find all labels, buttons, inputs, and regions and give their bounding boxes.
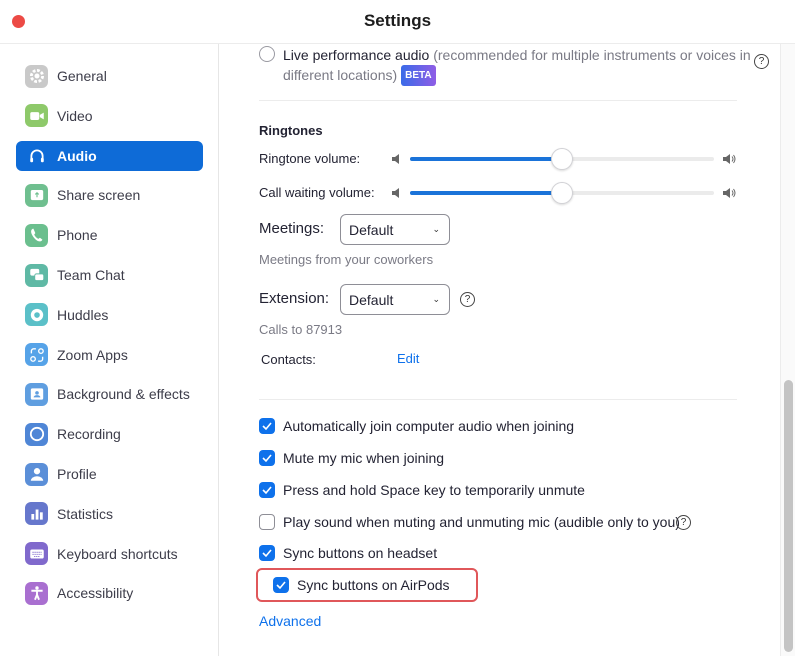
option-checkbox[interactable] <box>259 545 275 561</box>
volume-high-icon <box>723 154 736 164</box>
recording-icon <box>25 422 48 446</box>
window-title: Settings <box>363 11 432 30</box>
sidebar-item-share-screen[interactable]: Share screen <box>16 180 203 210</box>
headphones-icon <box>25 144 48 167</box>
sidebar-item-label: Phone <box>57 227 98 244</box>
sidebar-item-zoom-apps[interactable]: Zoom Apps <box>16 340 203 370</box>
sidebar-item-label: Audio <box>57 147 97 164</box>
sidebar-item-background-effects[interactable]: Background & effects <box>16 379 203 409</box>
slider-fill <box>410 157 562 161</box>
live-performance-label: Live performance audio (recommended for … <box>283 46 751 86</box>
call-waiting-volume-label: Call waiting volume: <box>259 185 375 200</box>
meetings-caption: Meetings from your coworkers <box>259 252 434 267</box>
live-performance-note: (recommended for multiple instruments or… <box>429 47 751 63</box>
gear-icon <box>25 64 48 88</box>
select-value: Default <box>349 292 394 308</box>
volume-high-icon <box>723 188 736 198</box>
volume-low-icon <box>392 154 399 164</box>
option-label[interactable]: Press and hold Space key to temporarily … <box>283 482 585 498</box>
live-performance-note-2: different locations) <box>283 67 398 83</box>
chat-bubbles-icon <box>25 263 48 287</box>
meetings-ringtone-select[interactable]: Default ⌄ <box>340 214 450 245</box>
option-checkbox[interactable] <box>259 418 275 434</box>
profile-icon <box>25 462 48 486</box>
sidebar-item-label: Accessibility <box>57 585 134 602</box>
sidebar-item-phone[interactable]: Phone <box>16 220 203 250</box>
scrollbar-thumb[interactable] <box>784 380 793 652</box>
video-camera-icon <box>25 104 48 128</box>
option-label[interactable]: Play sound when muting and unmuting mic … <box>283 514 680 530</box>
option-label[interactable]: Mute my mic when joining <box>283 450 444 466</box>
help-icon[interactable]: ? <box>754 54 769 69</box>
phone-icon <box>25 223 48 247</box>
sidebar-item-label: Share screen <box>57 187 141 204</box>
option-checkbox[interactable] <box>259 482 275 498</box>
share-screen-icon <box>25 183 48 207</box>
background-icon <box>25 382 48 406</box>
sidebar-item-recording[interactable]: Recording <box>16 419 203 449</box>
help-icon[interactable]: ? <box>460 292 475 307</box>
select-value: Default <box>349 222 394 238</box>
sidebar-item-video[interactable]: Video <box>16 101 203 131</box>
ringtone-volume-label: Ringtone volume: <box>259 151 361 166</box>
sidebar-item-statistics[interactable]: Statistics <box>16 499 203 529</box>
sidebar-item-label: Background & effects <box>57 386 190 403</box>
chevron-down-icon: ⌄ <box>432 294 440 304</box>
sidebar-item-label: Video <box>57 107 93 124</box>
divider <box>259 100 737 101</box>
option-label[interactable]: Sync buttons on headset <box>283 545 437 561</box>
sidebar-item-label: Keyboard shortcuts <box>57 545 178 562</box>
beta-badge: BETA <box>401 65 436 86</box>
sidebar-item-profile[interactable]: Profile <box>16 459 203 489</box>
sidebar-item-label: Huddles <box>57 306 109 323</box>
keyboard-icon <box>25 542 48 566</box>
sidebar-item-label: Statistics <box>57 505 114 522</box>
contacts-edit-link[interactable]: Edit <box>397 351 419 366</box>
sidebar-item-label: General <box>57 68 107 84</box>
huddles-icon <box>25 303 48 327</box>
accessibility-icon <box>25 581 48 605</box>
statistics-icon <box>25 502 48 526</box>
help-icon[interactable]: ? <box>676 515 691 530</box>
highlight-box <box>256 568 478 602</box>
extension-ringtone-select[interactable]: Default ⌄ <box>340 284 450 315</box>
divider <box>259 399 737 400</box>
extension-caption: Calls to 87913 <box>259 322 343 337</box>
sidebar-item-team-chat[interactable]: Team Chat <box>16 260 203 290</box>
scrollbar[interactable] <box>780 44 795 656</box>
contacts-label: Contacts: <box>261 352 316 367</box>
option-checkbox[interactable] <box>259 450 275 466</box>
option-checkbox[interactable] <box>259 514 275 530</box>
ringtones-heading: Ringtones <box>259 123 323 138</box>
sidebar-item-audio[interactable]: Audio <box>16 140 203 171</box>
advanced-link[interactable]: Advanced <box>259 613 321 629</box>
ringtone-volume-slider[interactable] <box>410 148 714 170</box>
sidebar-item-general[interactable]: General <box>16 61 203 91</box>
volume-low-icon <box>392 188 399 198</box>
slider-thumb[interactable] <box>551 148 573 170</box>
apps-icon <box>25 343 48 367</box>
chevron-down-icon: ⌄ <box>432 224 440 234</box>
slider-fill <box>410 191 562 195</box>
option-label[interactable]: Automatically join computer audio when j… <box>283 418 574 434</box>
live-performance-title: Live performance audio <box>283 47 430 63</box>
sidebar-item-label: Zoom Apps <box>57 346 128 363</box>
sidebar-item-label: Profile <box>57 466 97 482</box>
audio-settings-panel: Live performance audio (recommended for … <box>220 44 780 656</box>
call-waiting-volume-slider[interactable] <box>410 182 714 204</box>
sidebar-item-keyboard-shortcuts[interactable]: Keyboard shortcuts <box>16 539 203 569</box>
live-performance-radio[interactable] <box>259 46 275 62</box>
sidebar-item-huddles[interactable]: Huddles <box>16 300 203 330</box>
slider-thumb[interactable] <box>551 182 573 204</box>
sidebar-item-accessibility[interactable]: Accessibility <box>16 578 203 608</box>
title-bar: Settings <box>0 0 795 44</box>
sidebar: General Video Audio Share screen Phone Team C… <box>0 44 219 656</box>
meetings-label: Meetings: <box>259 220 325 237</box>
sidebar-item-label: Team Chat <box>57 267 125 283</box>
extension-label: Extension: <box>259 290 330 307</box>
sidebar-item-label: Recording <box>57 426 121 443</box>
